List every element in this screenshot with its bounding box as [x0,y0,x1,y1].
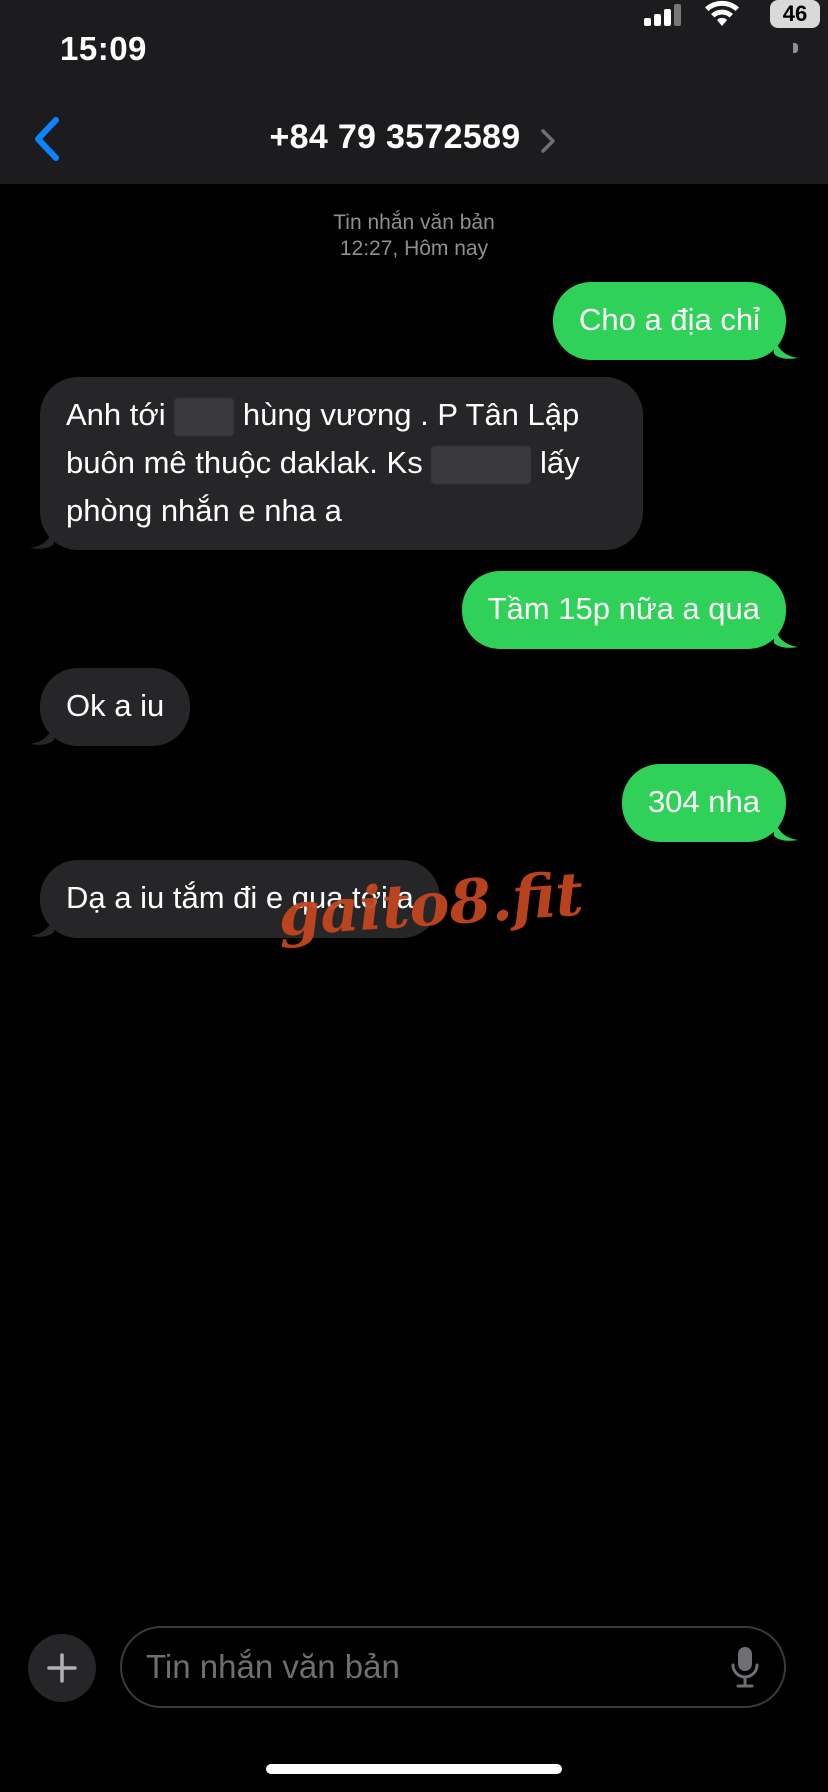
redacted-text [431,445,532,484]
battery-icon: 46 [770,0,820,28]
message-input[interactable] [120,1626,786,1708]
received-message-bubble[interactable]: Anh tới hùng vương . P Tân Lập buôn mê t… [40,377,643,550]
status-time: 15:09 [60,30,147,67]
received-message-bubble[interactable]: Ok a iu [40,668,191,746]
message-line: Anh tới hùng vương . P Tân Lập [66,391,617,439]
received-message-bubble[interactable]: Dạ a iu tắm đi e qua tới a [40,860,440,938]
message-line: phòng nhắn e nha a [66,493,342,528]
wifi-icon [705,0,739,26]
message-text: buôn mê thuộc daklak. Ks [66,445,423,480]
message-text: Dạ a iu tắm đi e qua tới a [66,880,414,915]
message-text: lấy [539,445,580,480]
received-bubble-tail [30,524,54,549]
received-bubble-tail [30,720,54,745]
message-text: Ok a iu [66,688,165,723]
message-text: 304 nha [647,784,760,819]
home-indicator[interactable] [266,1764,562,1774]
sent-bubble-tail [774,623,798,648]
message-text: Tầm 15p nữa a qua [487,591,760,626]
header-bar: 15:09 46 +84 79 3572589 [0,0,828,184]
apps-plus-button[interactable] [28,1634,96,1702]
received-bubble-tail [30,912,54,937]
sent-bubble-tail [774,816,798,841]
plus-icon [47,1653,77,1683]
messages-screen: 15:09 46 +84 79 3572589 Tin nhắn văn bản… [0,0,828,1792]
battery-cap [793,43,798,53]
thread-type-label: Tin nhắn văn bản [333,211,495,234]
microphone-icon[interactable] [728,1645,762,1689]
cellular-signal-icon [644,4,682,26]
sent-message-bubble[interactable]: Cho a địa chỉ [553,282,786,360]
message-line: buôn mê thuộc daklak. Ks lấy [66,439,617,487]
thread-meta: Tin nhắn văn bản 12:27, Hôm nay [0,210,828,262]
message-text: hùng vương . P Tân Lập [242,397,580,432]
redacted-text [174,397,235,436]
sent-bubble-tail [774,334,798,359]
sent-message-bubble[interactable]: 304 nha [621,764,786,842]
contact-title[interactable]: +84 79 3572589 [0,118,790,157]
battery-level: 46 [782,1,808,26]
sent-message-bubble[interactable]: Tầm 15p nữa a qua [461,571,786,649]
message-text: Cho a địa chỉ [579,302,760,337]
message-text: Anh tới [66,397,166,432]
thread-timestamp: 12:27, Hôm nay [339,237,489,260]
chevron-right-icon[interactable] [540,128,556,154]
